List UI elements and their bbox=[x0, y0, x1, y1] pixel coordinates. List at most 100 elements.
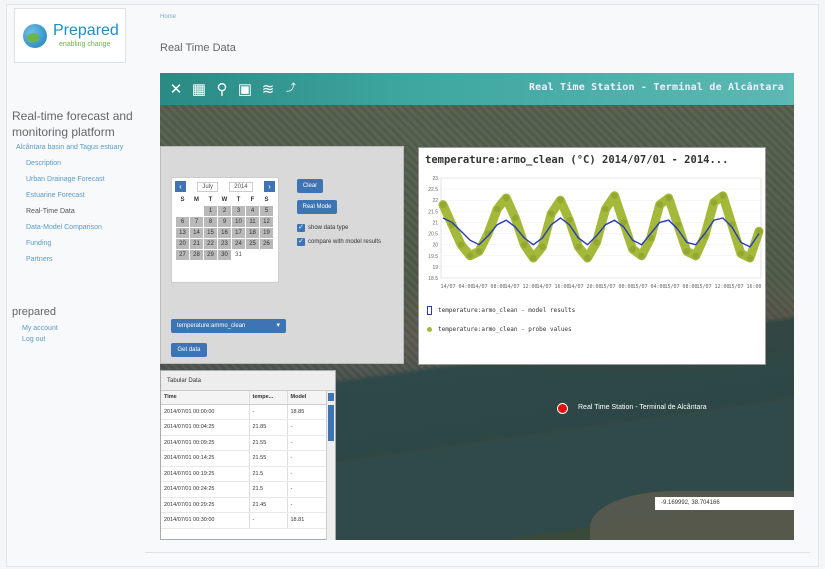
x-tick-label: 14/07 04:00 bbox=[440, 284, 473, 290]
table-row[interactable]: 2014/07/01 00:19:25 21.5- bbox=[161, 466, 327, 482]
scroll-up-icon[interactable] bbox=[328, 393, 334, 401]
y-tick-label: 22 bbox=[432, 198, 438, 204]
table-cell: - bbox=[249, 512, 288, 529]
table-cell: 18.81 bbox=[287, 512, 327, 529]
calendar-day[interactable]: 22 bbox=[204, 239, 217, 249]
x-tick-label: 14/07 16:00 bbox=[536, 284, 569, 290]
table-row[interactable]: 2014/07/01 00:30:00-18.81 bbox=[161, 512, 327, 529]
calendar-day[interactable]: 31 bbox=[232, 250, 245, 260]
calendar-day[interactable]: 25 bbox=[246, 239, 259, 249]
sidebar-item-urban-drainage[interactable]: Urban Drainage Forecast bbox=[12, 174, 152, 185]
table-row[interactable]: 2014/07/01 00:24:25 21.5- bbox=[161, 481, 327, 498]
calendar-day[interactable]: 16 bbox=[218, 228, 231, 238]
calendar-day[interactable]: 13 bbox=[176, 228, 189, 238]
calendar-day[interactable]: 10 bbox=[232, 217, 245, 227]
probe-point bbox=[521, 241, 528, 248]
calendar-day[interactable]: 28 bbox=[190, 250, 203, 260]
calendar-day[interactable]: 21 bbox=[190, 239, 203, 249]
calendar-day[interactable]: 4 bbox=[246, 206, 259, 216]
probe-point bbox=[665, 194, 672, 202]
next-month-button[interactable]: › bbox=[263, 181, 275, 192]
option-compare-model[interactable]: ✓ compare with model results bbox=[297, 238, 381, 246]
variable-select[interactable]: temperature:ammo_clean ▾ bbox=[171, 319, 286, 333]
sidebar-item-data-model[interactable]: Data-Model Comparison bbox=[12, 222, 152, 233]
y-tick-label: 18.5 bbox=[428, 276, 438, 282]
table-cell: 2014/07/01 00:19:25 bbox=[161, 466, 250, 482]
table-row[interactable]: 2014/07/01 00:09:25 21.55- bbox=[161, 435, 327, 451]
calendar-day[interactable]: 9 bbox=[218, 217, 231, 227]
calendar-day[interactable]: 17 bbox=[232, 228, 245, 238]
chevron-down-icon: ▾ bbox=[276, 322, 280, 329]
tools-icon[interactable]: ✕ bbox=[168, 82, 184, 97]
table-cell: 21.55 bbox=[249, 435, 288, 451]
prev-month-button[interactable]: ‹ bbox=[175, 181, 186, 192]
sidebar-item-funding[interactable]: Funding bbox=[12, 238, 152, 249]
get-data-button[interactable]: Get data bbox=[171, 343, 207, 357]
col-header-time[interactable]: Time bbox=[161, 391, 250, 405]
year-select[interactable]: 2014 bbox=[229, 181, 253, 192]
calendar-day[interactable]: 24 bbox=[232, 239, 245, 249]
calendar-day[interactable]: 27 bbox=[176, 250, 189, 260]
calendar-day[interactable]: 19 bbox=[260, 228, 273, 238]
account-links: My account Log out bbox=[22, 323, 58, 345]
x-tick-label: 14/07 12:00 bbox=[504, 284, 537, 290]
breadcrumb[interactable]: Home bbox=[160, 14, 176, 20]
calendar-day[interactable]: 26 bbox=[260, 239, 273, 249]
table-cell: 21.45 bbox=[249, 497, 288, 513]
coordinates-readout: -9.169992, 38.704166 bbox=[655, 497, 794, 510]
calendar-day[interactable]: 30 bbox=[218, 250, 231, 260]
table-scrollbar[interactable] bbox=[326, 391, 335, 540]
sidebar-item-real-time-data[interactable]: Real-Time Data bbox=[12, 206, 152, 217]
calendar-icon[interactable]: ▦ bbox=[191, 82, 207, 97]
log-out-link[interactable]: Log out bbox=[22, 334, 58, 345]
station-marker[interactable] bbox=[557, 403, 568, 414]
calendar-day[interactable]: 3 bbox=[232, 206, 245, 216]
weekday-label: T bbox=[208, 197, 213, 203]
table-row[interactable]: 2014/07/01 00:04:25 21.85- bbox=[161, 419, 327, 436]
scroll-thumb[interactable] bbox=[328, 405, 334, 441]
checkbox-checked-icon[interactable]: ✓ bbox=[297, 224, 305, 232]
calendar-day[interactable]: 29 bbox=[204, 250, 217, 260]
calendar-day[interactable]: 20 bbox=[176, 239, 189, 249]
calendar-day[interactable]: 23 bbox=[218, 239, 231, 249]
table-row[interactable]: 2014/07/01 00:00:00-18.85 bbox=[161, 404, 327, 420]
month-select[interactable]: July bbox=[197, 181, 218, 192]
probe-point bbox=[692, 252, 699, 259]
real-mode-button[interactable]: Real Mode bbox=[297, 200, 337, 214]
weekday-label: S bbox=[264, 197, 269, 203]
zoom-icon[interactable]: ⚲ bbox=[214, 82, 230, 97]
logo-globe-icon bbox=[23, 23, 47, 48]
calendar-day[interactable]: 5 bbox=[260, 206, 273, 216]
y-tick-label: 20.5 bbox=[428, 232, 438, 238]
share-icon[interactable]: ⤴ bbox=[283, 84, 299, 94]
calendar-day[interactable]: 1 bbox=[204, 206, 217, 216]
sidebar-item-partners[interactable]: Partners bbox=[12, 254, 152, 265]
calendar-day[interactable]: 12 bbox=[260, 217, 273, 227]
x-tick-label: 15/07 04:00 bbox=[632, 284, 665, 290]
calendar-day[interactable]: 2 bbox=[218, 206, 231, 216]
calendar-day[interactable]: 11 bbox=[246, 217, 259, 227]
clear-button[interactable]: Clear bbox=[297, 179, 323, 193]
my-account-link[interactable]: My account bbox=[22, 323, 58, 334]
sidebar-item-description[interactable]: Description bbox=[12, 158, 152, 169]
table-cell: 2014/07/01 00:29:25 bbox=[161, 497, 250, 513]
calendar-day[interactable]: 6 bbox=[176, 217, 189, 227]
probe-point bbox=[737, 250, 745, 257]
checkbox-checked-icon[interactable]: ✓ bbox=[297, 238, 305, 246]
sidebar-section-link[interactable]: Alcântara basin and Tagus estuary bbox=[12, 142, 152, 153]
sidebar-item-estuarine[interactable]: Estuarine Forecast bbox=[12, 190, 152, 201]
calendar-day[interactable]: 18 bbox=[246, 228, 259, 238]
wifi-icon[interactable]: ≋ bbox=[260, 82, 276, 97]
option-show-data-type[interactable]: ✓ show data type bbox=[297, 224, 348, 232]
calendar-day[interactable]: 15 bbox=[204, 228, 217, 238]
layer-icon[interactable]: ▣ bbox=[237, 82, 253, 97]
logo[interactable]: Prepared enabling change bbox=[14, 8, 126, 63]
col-header-model[interactable]: Model bbox=[287, 391, 327, 405]
table-row[interactable]: 2014/07/01 00:14:25 21.55- bbox=[161, 450, 327, 467]
probe-point bbox=[602, 205, 609, 213]
calendar-day[interactable]: 14 bbox=[190, 228, 203, 238]
table-row[interactable]: 2014/07/01 00:29:25 21.45- bbox=[161, 497, 327, 513]
calendar-day[interactable]: 8 bbox=[204, 217, 217, 227]
calendar-day[interactable]: 7 bbox=[190, 217, 203, 227]
col-header-temperature[interactable]: tempe... bbox=[249, 391, 288, 405]
